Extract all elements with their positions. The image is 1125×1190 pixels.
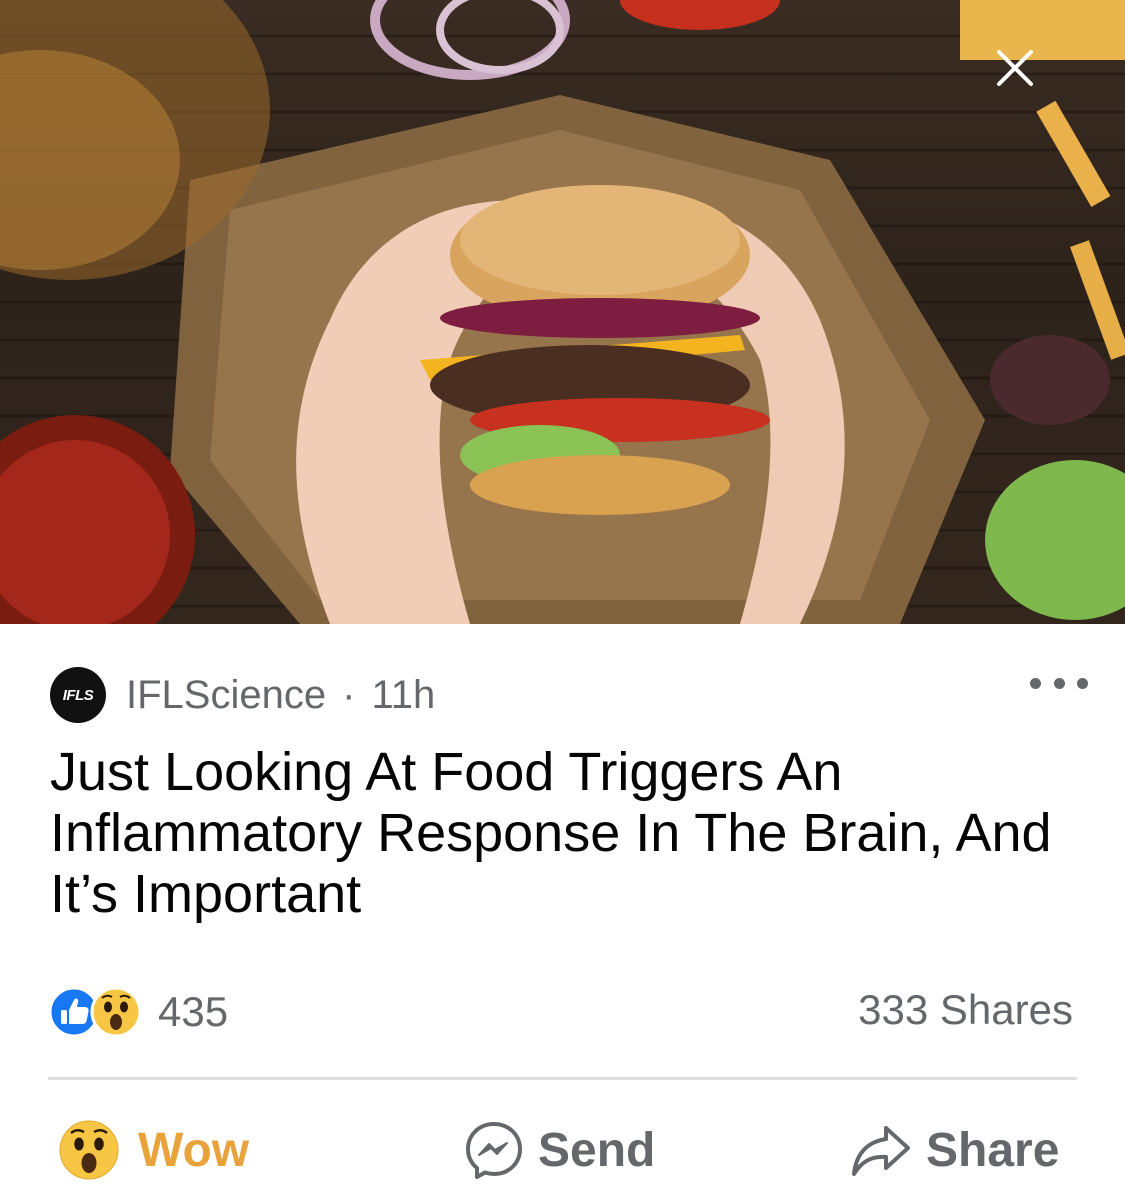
more-options-button[interactable]: [1030, 668, 1088, 698]
burger-illustration: [0, 0, 1125, 624]
source-logo-text: IFLS: [62, 686, 94, 704]
share-button[interactable]: Share: [850, 1118, 1059, 1182]
source-avatar[interactable]: IFLS: [50, 667, 106, 723]
reactions-summary[interactable]: 435: [48, 984, 228, 1040]
share-label: Share: [926, 1123, 1060, 1177]
ellipsis-icon: [1077, 677, 1088, 689]
divider: [48, 1077, 1077, 1080]
reaction-count: 435: [158, 988, 229, 1035]
share-count[interactable]: 333 Shares: [858, 986, 1073, 1034]
reaction-icons: [48, 986, 144, 1038]
post-headline[interactable]: Just Looking At Food Triggers An Inflamm…: [50, 742, 1080, 925]
messenger-icon: [466, 1122, 522, 1179]
ellipsis-icon: [1030, 677, 1041, 689]
wow-icon: [59, 1120, 119, 1180]
wow-reaction-icon: [90, 986, 142, 1038]
source-name[interactable]: IFLScience: [126, 673, 326, 718]
post-time[interactable]: 11h: [371, 673, 435, 718]
wow-reaction-button[interactable]: Wow: [58, 1118, 249, 1182]
send-button[interactable]: Send: [462, 1118, 655, 1182]
ellipsis-icon: [1053, 677, 1065, 689]
meta-separator: ·: [342, 672, 356, 717]
send-label: Send: [538, 1123, 656, 1177]
post-meta: IFLS IFLScience · 11h: [50, 667, 435, 723]
close-icon: [997, 50, 1033, 86]
share-arrow-icon: [852, 1126, 910, 1176]
close-button[interactable]: [995, 48, 1059, 106]
post-image[interactable]: [0, 0, 1125, 624]
wow-label: Wow: [138, 1123, 250, 1177]
